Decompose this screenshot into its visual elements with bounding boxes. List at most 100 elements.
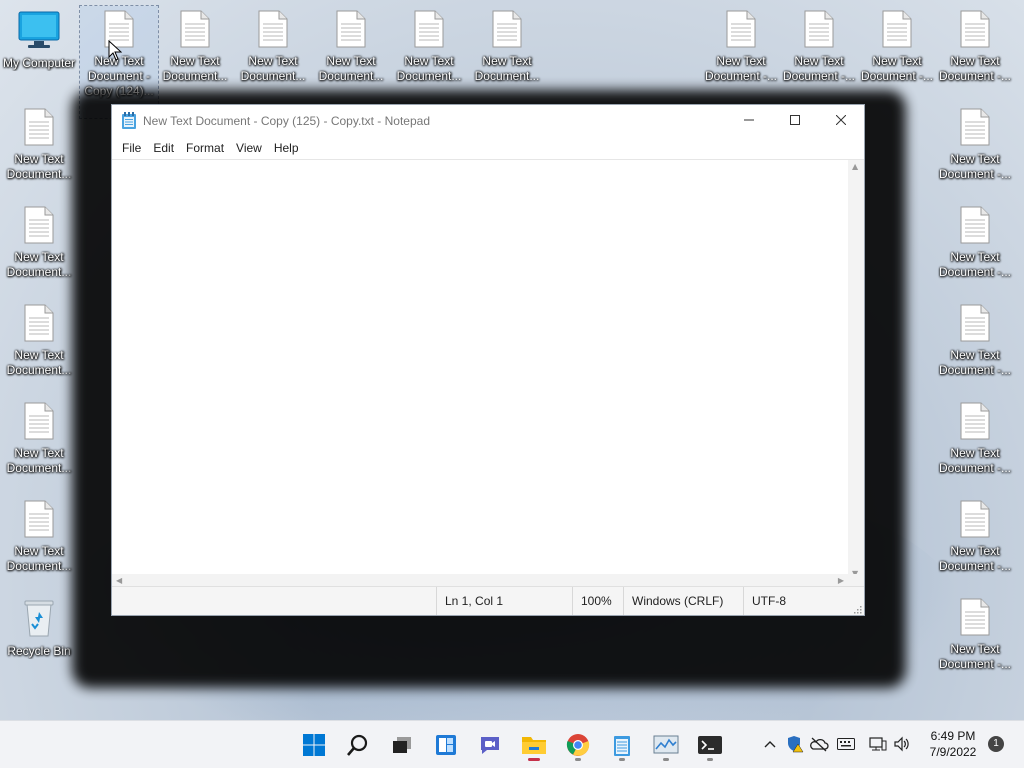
recycle-bin-icon <box>17 598 61 638</box>
text-document-icon <box>24 206 54 244</box>
running-indicator <box>663 758 669 761</box>
desktop-icon-recycle-bin[interactable]: Recycle Bin <box>0 594 78 684</box>
desktop-icon-document[interactable]: New Text Document -... <box>858 6 936 96</box>
desktop-icon-document[interactable]: New Text Document -... <box>936 300 1014 390</box>
desktop-icon-label: New Text Document -... <box>938 54 1012 83</box>
desktop-icon-document[interactable]: New Text Document... <box>0 104 78 194</box>
task-view-icon <box>393 737 411 753</box>
resize-grip-icon[interactable] <box>852 603 862 614</box>
taskbar-clock[interactable]: 6:49 PM 7/9/2022 <box>918 728 988 760</box>
status-zoom: 100% <box>572 587 623 615</box>
scroll-up-icon[interactable]: ▲ <box>852 162 858 171</box>
close-button[interactable] <box>818 105 864 135</box>
desktop-icon-label: New Text Document -... <box>938 446 1012 475</box>
desktop: My Computer New Text Document - Copy (12… <box>0 0 1024 720</box>
maximize-icon <box>790 115 800 125</box>
text-document-icon <box>336 10 366 48</box>
text-document-icon <box>24 402 54 440</box>
desktop-icon-label: New Text Document... <box>6 446 72 475</box>
desktop-icon-label: New Text Document... <box>474 54 540 83</box>
cloud-offline-icon <box>810 737 829 752</box>
desktop-icon-document[interactable]: New Text Document... <box>156 6 234 96</box>
chat-button[interactable] <box>472 727 508 763</box>
keyboard-tray-button[interactable] <box>836 734 856 754</box>
desktop-icon-document[interactable]: New Text Document -... <box>936 496 1014 586</box>
volume-tray-button[interactable] <box>892 734 912 754</box>
desktop-icon-document[interactable]: New Text Document... <box>234 6 312 96</box>
menu-file[interactable]: File <box>116 141 147 155</box>
desktop-icon-label: New Text Document... <box>240 54 306 83</box>
menu-help[interactable]: Help <box>268 141 305 155</box>
desktop-icon-document[interactable]: New Text Document -... <box>936 594 1014 684</box>
maximize-button[interactable] <box>772 105 818 135</box>
desktop-icon-document[interactable]: New Text Document -... <box>936 104 1014 194</box>
title-bar[interactable]: New Text Document - Copy (125) - Copy.tx… <box>112 105 864 137</box>
file-explorer-icon <box>522 737 546 754</box>
desktop-icon-label: New Text Document -... <box>938 348 1012 377</box>
text-document-icon <box>960 402 990 440</box>
desktop-icon-document[interactable]: New Text Document... <box>0 300 78 390</box>
show-hidden-icons-button[interactable] <box>760 734 780 754</box>
label-line: Document - <box>87 69 151 83</box>
editor-content[interactable] <box>116 164 844 570</box>
text-document-icon <box>24 108 54 146</box>
text-document-icon <box>492 10 522 48</box>
shield-warning-icon <box>788 736 804 753</box>
desktop-icon-document[interactable]: New Text Document -... <box>702 6 780 96</box>
menu-format[interactable]: Format <box>180 141 230 155</box>
text-document-icon <box>960 500 990 538</box>
text-document-icon <box>960 10 990 48</box>
desktop-icon-label: New Text Document -... <box>938 544 1012 573</box>
desktop-icon-label: New Text Document... <box>6 250 72 279</box>
desktop-icon-label: New Text Document -... <box>938 250 1012 279</box>
text-editor-area[interactable]: ▲ ▼ ◀ ▶ <box>112 159 864 588</box>
desktop-icon-document[interactable]: New Text Document... <box>390 6 468 96</box>
desktop-icon-document[interactable]: New Text Document -... <box>936 6 1014 96</box>
desktop-icon-document[interactable]: New Text Document... <box>0 202 78 292</box>
desktop-icon-document[interactable]: New Text Document -... <box>936 202 1014 292</box>
clock-date: 7/9/2022 <box>929 745 977 759</box>
terminal-button[interactable] <box>692 727 728 763</box>
desktop-icon-document[interactable]: New Text Document... <box>468 6 546 96</box>
search-button[interactable] <box>340 727 376 763</box>
status-cursor-position: Ln 1, Col 1 <box>436 587 569 615</box>
running-indicator <box>707 758 713 761</box>
minimize-icon <box>744 119 754 121</box>
menu-view[interactable]: View <box>230 141 268 155</box>
onedrive-tray-button[interactable] <box>809 734 829 754</box>
network-tray-button[interactable] <box>868 734 888 754</box>
desktop-icon-label: My Computer <box>2 56 76 70</box>
chrome-button[interactable] <box>560 727 596 763</box>
text-document-icon <box>726 10 756 48</box>
menu-edit[interactable]: Edit <box>147 141 180 155</box>
start-button[interactable] <box>296 727 332 763</box>
security-tray-button[interactable] <box>785 734 805 754</box>
desktop-icon-label: New Text Document... <box>318 54 384 83</box>
desktop-icon-my-computer[interactable]: My Computer <box>0 6 78 96</box>
notepad-window[interactable]: New Text Document - Copy (125) - Copy.tx… <box>111 104 865 616</box>
task-manager-button[interactable] <box>648 727 684 763</box>
desktop-icon-label: New Text Document -... <box>938 642 1012 671</box>
keyboard-icon <box>837 738 855 750</box>
minimize-button[interactable] <box>726 105 772 135</box>
network-icon <box>869 737 887 751</box>
monitor-icon <box>17 10 61 50</box>
vertical-scrollbar[interactable]: ▲ ▼ <box>848 160 864 580</box>
notepad-taskbar-button[interactable] <box>604 727 640 763</box>
task-view-button[interactable] <box>384 727 420 763</box>
text-document-icon <box>414 10 444 48</box>
text-document-icon <box>960 206 990 244</box>
desktop-icon-document[interactable]: New Text Document... <box>0 398 78 488</box>
close-icon <box>836 115 846 125</box>
desktop-icon-document[interactable]: New Text Document... <box>0 496 78 586</box>
widgets-button[interactable] <box>428 727 464 763</box>
notification-badge[interactable]: 1 <box>988 736 1004 752</box>
menu-bar: File Edit Format View Help <box>112 137 864 159</box>
task-manager-icon <box>653 735 679 754</box>
file-explorer-button[interactable] <box>516 727 552 763</box>
scroll-left-icon[interactable]: ◀ <box>116 576 122 585</box>
desktop-icon-document[interactable]: New Text Document... <box>312 6 390 96</box>
scroll-right-icon[interactable]: ▶ <box>838 576 844 585</box>
desktop-icon-document[interactable]: New Text Document -... <box>936 398 1014 488</box>
desktop-icon-document[interactable]: New Text Document -... <box>780 6 858 96</box>
